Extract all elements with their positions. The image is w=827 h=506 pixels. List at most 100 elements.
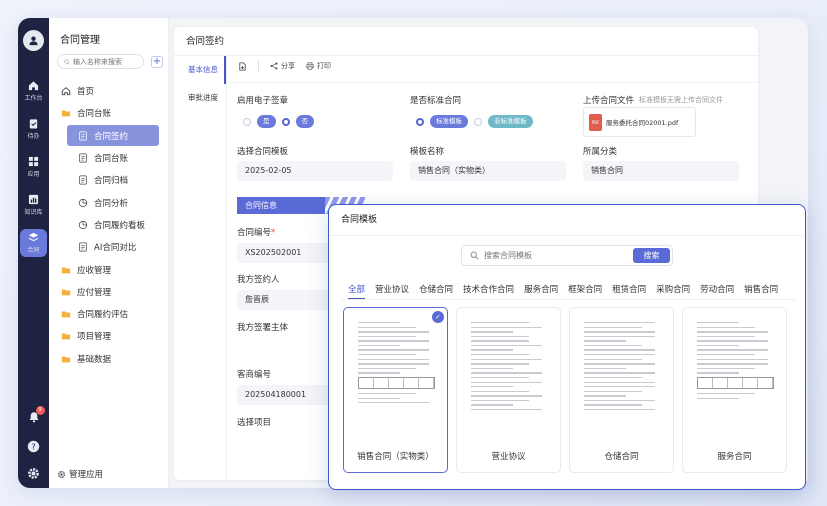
rail-item-label: 待办 [27,133,40,140]
divider [226,56,227,480]
add-button[interactable]: + [151,56,163,68]
template-tab[interactable]: 服务合同 [524,283,558,299]
contract-no-label: 合同编号* [237,226,275,238]
tree-item-content: 合同分析 [78,197,128,209]
esign-label: 启用电子签章 [237,96,289,106]
export-button[interactable] [238,61,247,71]
esign-yes-radio[interactable] [243,117,251,126]
tree-item[interactable]: 合同台账 [49,102,169,124]
esign-no-chip[interactable]: 否 [295,115,314,128]
standard-template-chip[interactable]: 标准模板 [430,115,468,128]
modal-title: 合同模板 [329,205,805,236]
tree-item-label: 合同归档 [94,176,129,187]
thumbnail-line [584,331,655,333]
template-tab[interactable]: 租赁合同 [612,283,646,299]
thumbnail-line [358,322,401,324]
template-card[interactable]: 营业协议 [456,307,561,473]
template-tab[interactable]: 劳动合同 [700,283,734,299]
tab-approval-progress[interactable]: 审批进度 [174,84,226,112]
tree-item-label: 合同签约 [94,131,129,142]
nonstandard-template-radio[interactable] [474,117,482,126]
contract-no-field[interactable]: XS202502001 [237,243,337,263]
template-card[interactable]: 服务合同 [682,307,787,473]
print-button[interactable]: 打印 [306,61,331,71]
standard-radio-group: 标准模板 非标准模板 [416,115,533,128]
tree-search-box [57,54,144,69]
template-thumbnail [584,322,661,440]
esign-yes-chip[interactable]: 是 [257,115,276,128]
thumbnail-line [358,326,416,328]
tree-item[interactable]: 合同分析 [49,191,169,213]
template-name-label: 模板名称 [410,147,445,157]
tree-item[interactable]: 首页 [49,80,169,102]
thumbnail-line [584,367,627,370]
template-name-field[interactable]: 销售合同（实物类） [410,161,566,181]
manage-apps-link[interactable]: 管理应用 [57,468,103,480]
thumbnail-line [471,331,514,333]
tree-item-content: 合同归档 [78,174,128,186]
divider [341,299,796,300]
tree-item[interactable]: 合同归档 [49,169,169,191]
standard-contract-label: 是否标准合同 [410,96,462,106]
nonstandard-template-chip[interactable]: 非标准模板 [488,115,533,128]
tree-item[interactable]: 合同履约评估 [49,303,169,325]
rail-item-contract[interactable]: 合同 [20,229,47,257]
user-icon [29,36,38,46]
template-tab[interactable]: 全部 [348,283,366,299]
template-tab[interactable]: 采购合同 [656,283,690,299]
required-mark: * [271,228,276,238]
rail-item-workbench[interactable]: 工作台 [18,77,49,105]
settings-icon[interactable] [27,467,40,480]
tree-item[interactable]: 项目管理 [49,325,169,347]
thumbnail-line [697,392,755,395]
rail-item-apps[interactable]: 应用 [18,153,49,181]
standard-template-radio[interactable] [416,117,424,126]
our-signer-field[interactable]: 詹晋辰 [237,290,337,310]
search-button[interactable]: 搜索 [633,248,670,263]
thumbnail-line [358,372,401,374]
share-label: 分享 [281,62,295,70]
tree-item[interactable]: 应付管理 [49,281,169,303]
share-button[interactable]: 分享 [270,61,295,71]
folder-icon [61,108,71,118]
rail-item-knowledge[interactable]: 知识库 [18,191,49,219]
help-icon[interactable]: ? [27,440,40,453]
customer-no-field[interactable]: 202504180001 [237,385,337,405]
template-tab[interactable]: 营业协议 [375,283,409,299]
template-tab[interactable]: 仓储合同 [419,283,453,299]
rail-item-label: 工作台 [24,95,43,102]
rail-item-todo[interactable]: 待办 [18,115,49,143]
thumbnail-line [358,402,429,404]
thumbnail-line [471,367,514,370]
tree-item[interactable]: 合同台账 [49,147,169,169]
uploaded-file-card[interactable]: PDF 服务委托合同02001.pdf [583,107,696,137]
tree-item[interactable]: 应收管理 [49,258,169,280]
tree-item[interactable]: 合同签约 [49,125,169,147]
template-date-field[interactable]: 2025-02-05 [237,161,393,181]
tree-item-content: 项目管理 [61,330,111,342]
thumbnail-line [358,367,416,370]
thumbnail-line [584,404,642,406]
tree-item[interactable]: 基础数据 [49,348,169,370]
template-tab[interactable]: 框架合同 [568,283,602,299]
tree-item[interactable]: 合同履约看板 [49,214,169,236]
tree-item-content: 合同台账 [61,107,111,119]
thumbnail-line [471,335,529,338]
modal-search-input[interactable] [484,251,624,260]
avatar[interactable] [23,30,44,51]
template-tab[interactable]: 销售合同 [744,283,778,299]
modal-search-box: 搜索 [461,245,673,266]
tree-item[interactable]: AI合同对比 [49,236,169,258]
tree-search-input[interactable] [73,57,143,66]
folder-icon [61,331,71,341]
notification-bell[interactable]: 9 [28,406,45,426]
template-tab[interactable]: 技术合作合同 [463,283,514,299]
category-field[interactable]: 销售合同 [583,161,739,181]
template-card[interactable]: ✓ 销售合同（实物类） [343,307,448,473]
print-label: 打印 [317,62,331,70]
esign-no-radio[interactable] [281,117,290,126]
thumbnail-line [584,340,627,342]
thumbnail-line [471,358,542,361]
template-card[interactable]: 仓储合同 [569,307,674,473]
tab-basic-info[interactable]: 基本信息 [174,56,226,84]
